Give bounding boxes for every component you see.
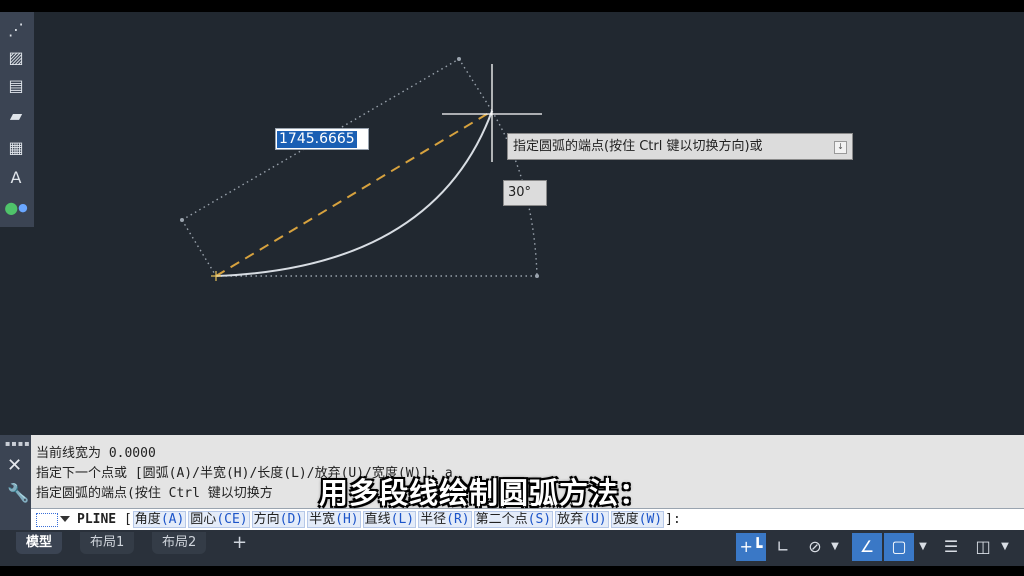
dynamic-input-icon[interactable]: ∠	[852, 533, 882, 561]
table-icon[interactable]: ▦	[4, 136, 28, 158]
canvas-left-strip	[0, 227, 34, 435]
drawing-geometry	[180, 57, 542, 281]
window-top-bar	[0, 0, 1024, 12]
option-second-point[interactable]: 第二个点(S)	[473, 511, 554, 528]
history-line: 当前线宽为 0.0000	[36, 446, 156, 461]
option-angle[interactable]: 角度(A)	[132, 511, 187, 528]
dropdown-icon[interactable]: ▼	[826, 533, 844, 561]
3d-view-icon[interactable]: ◫	[968, 533, 998, 561]
dynamic-input-box[interactable]: 1745.6665	[275, 128, 369, 150]
object-snap-icon[interactable]: ▢	[884, 533, 914, 561]
lineweight-icon[interactable]: ☰	[936, 533, 966, 561]
tab-layout2[interactable]: 布局2	[152, 532, 207, 554]
angle-value[interactable]: 30°	[508, 185, 531, 200]
point-icon[interactable]: ⋰	[4, 18, 28, 40]
command-window-controls: ▪▪▪▪ ✕ 🔧	[0, 435, 31, 530]
block-icon[interactable]: ▰	[4, 104, 28, 126]
ortho-snap-icon[interactable]: +┗	[736, 533, 766, 561]
tab-layout1[interactable]: 布局1	[80, 532, 135, 554]
option-width[interactable]: 宽度(W)	[610, 511, 665, 528]
options-down-icon[interactable]: ↓	[834, 141, 847, 154]
group-icon[interactable]: ● ●	[4, 196, 28, 218]
drawing-canvas[interactable]: 1745.6665 指定圆弧的端点(按住 Ctrl 键以切换方向)或 ↓ 30°	[34, 12, 1024, 435]
recent-commands-dropdown-icon[interactable]	[60, 516, 70, 522]
history-line: 指定圆弧的端点(按住 Ctrl 键以切换方	[36, 486, 273, 501]
polar-tracking-icon[interactable]: ∟	[768, 533, 798, 561]
option-undo[interactable]: 放弃(U)	[555, 511, 609, 528]
dropdown-icon[interactable]: ▼	[914, 533, 932, 561]
close-icon[interactable]: ✕	[7, 455, 22, 476]
gradient-icon[interactable]: ▤	[4, 74, 28, 96]
option-center[interactable]: 圆心(CE)	[188, 511, 250, 528]
status-bar: 模型 布局1 布局2 + +┗ ∟ ⊘ ▼ ∠ ▢ ▼ ☰ ◫ ▼	[0, 530, 1024, 566]
text-icon[interactable]: A	[4, 166, 28, 188]
customize-wrench-icon[interactable]: 🔧	[7, 483, 29, 504]
option-radius[interactable]: 半径(R)	[418, 511, 472, 528]
dropdown-icon[interactable]: ▼	[996, 533, 1014, 561]
prompt-close-bracket: ]:	[665, 512, 681, 527]
grip-point-left	[180, 218, 184, 222]
window-bottom-bar	[0, 566, 1024, 576]
grip-point-top	[457, 57, 461, 61]
grip-handle-icon[interactable]: ▪▪▪▪	[5, 440, 30, 448]
grip-point-right	[535, 274, 539, 278]
tab-model[interactable]: 模型	[16, 532, 63, 554]
command-name: PLINE	[77, 512, 117, 527]
draw-toolbar: ⋰ ▨ ▤ ▰ ▦ A ● ●	[0, 12, 34, 227]
video-subtitle: 用多段线绘制圆弧方法：	[319, 476, 650, 510]
add-layout-button[interactable]: +	[226, 532, 253, 554]
option-direction[interactable]: 方向(D)	[251, 511, 306, 528]
command-prompt: PLINE [角度(A) 圆心(CE) 方向(D) 半宽(H) 直线(L) 半径(R) 第二…	[77, 511, 681, 528]
option-line[interactable]: 直线(L)	[362, 511, 417, 528]
command-line-icon	[36, 513, 58, 527]
dynamic-input-value[interactable]: 1745.6665	[277, 131, 357, 148]
hatch-icon[interactable]: ▨	[4, 46, 28, 68]
angle-input-box[interactable]: 30°	[503, 180, 547, 206]
prompt-open-bracket: [	[123, 512, 132, 527]
dynamic-prompt-tooltip: 指定圆弧的端点(按住 Ctrl 键以切换方向)或 ↓	[507, 133, 853, 160]
option-halfwidth[interactable]: 半宽(H)	[307, 511, 361, 528]
tooltip-text: 指定圆弧的端点(按住 Ctrl 键以切换方向)或	[513, 139, 763, 154]
